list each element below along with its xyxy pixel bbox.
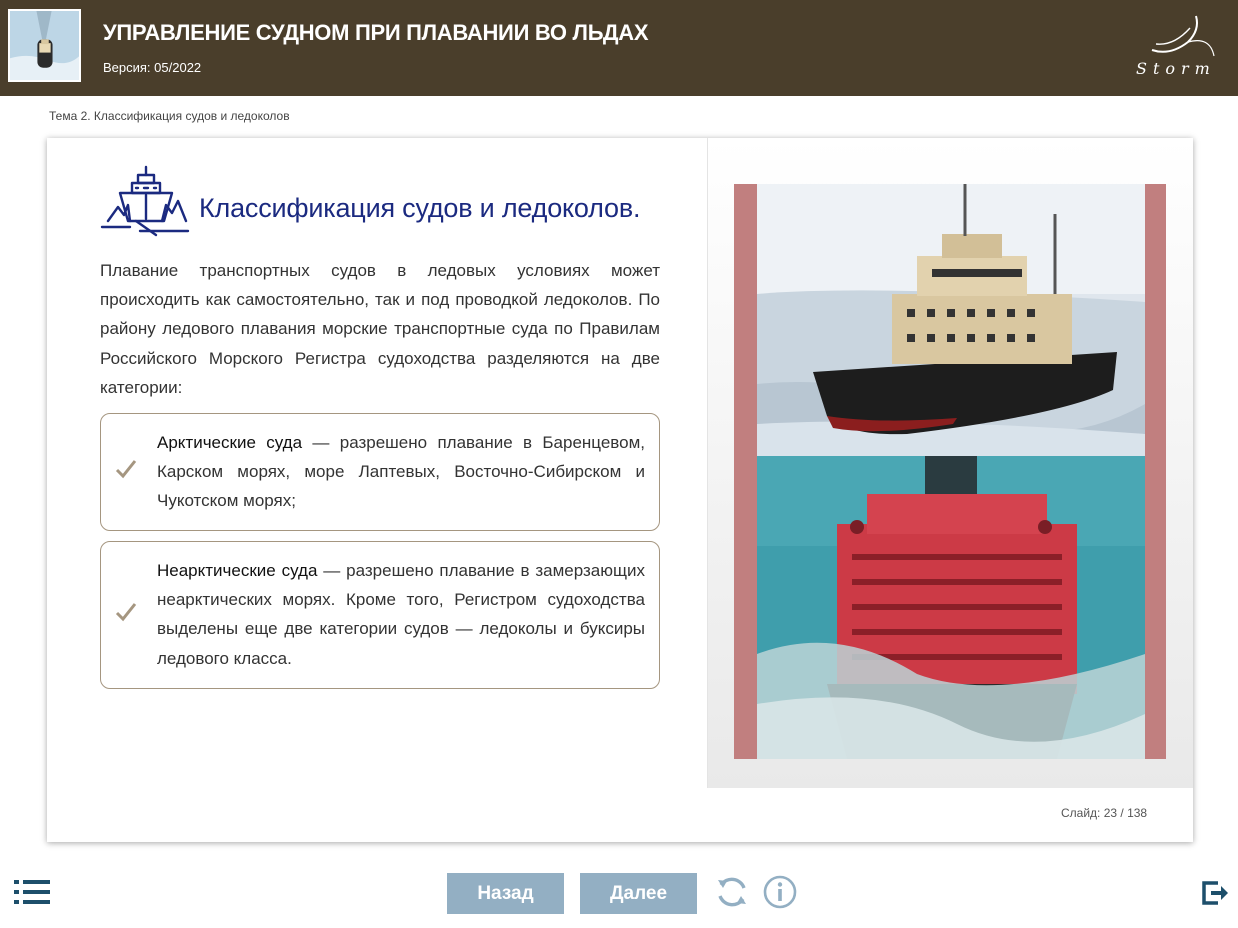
- category-term: Арктические суда: [157, 433, 303, 452]
- breadcrumb: Тема 2. Классификация судов и ледоколов: [49, 109, 290, 123]
- photo-frame: [734, 184, 1166, 759]
- slide-heading: Классификация судов и ледоколов.: [199, 193, 641, 223]
- category-card-arctic: Арктические суда — разрешено плавание в …: [100, 413, 660, 531]
- storm-logo: Storm: [1130, 12, 1220, 82]
- category-card-non-arctic: Неарктические суда — разрешено плавание …: [100, 541, 660, 689]
- app-title: УПРАВЛЕНИЕ СУДНОМ ПРИ ПЛАВАНИИ ВО ЛЬДАХ: [103, 20, 649, 45]
- icebreakers-photo: [757, 184, 1145, 759]
- photo-panel: [707, 138, 1193, 788]
- category-text: Неарктические суда — разрешено плавание …: [157, 556, 645, 673]
- next-button[interactable]: Далее: [580, 873, 697, 914]
- icebreaker-heading-icon: [100, 165, 190, 239]
- back-button[interactable]: Назад: [447, 873, 564, 914]
- intro-paragraph: Плавание транспортных судов в ледовых ус…: [100, 261, 660, 397]
- info-icon[interactable]: [762, 874, 798, 910]
- checkmark-icon: [115, 459, 137, 479]
- slide-card: Классификация судов и ледоколов. Плавани…: [47, 138, 1193, 842]
- icebreaker-thumbnail-icon: [8, 9, 81, 82]
- category-term: Неарктические суда: [157, 561, 318, 580]
- logo-text: Storm: [1136, 59, 1216, 78]
- exit-icon[interactable]: [1201, 879, 1229, 907]
- checkmark-icon: [115, 602, 137, 622]
- version-label: Версия: 05/2022: [103, 60, 202, 75]
- reload-icon[interactable]: [714, 874, 750, 910]
- menu-icon[interactable]: [14, 880, 50, 904]
- category-text: Арктические суда — разрешено плавание в …: [157, 428, 645, 516]
- slide-counter: Слайд: 23 / 138: [1061, 806, 1148, 820]
- top-header: УПРАВЛЕНИЕ СУДНОМ ПРИ ПЛАВАНИИ ВО ЛЬДАХ …: [0, 0, 1238, 96]
